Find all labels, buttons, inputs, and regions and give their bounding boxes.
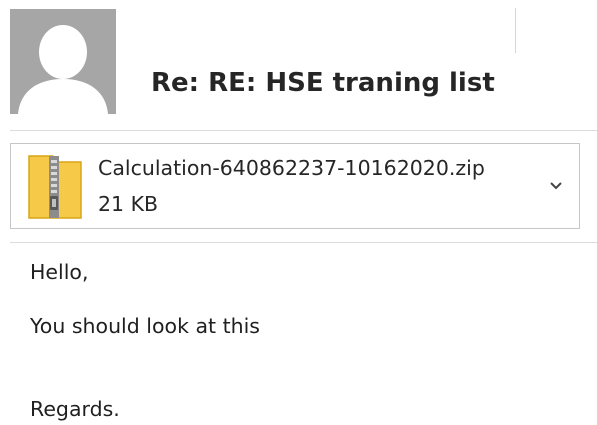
email-reading-pane: { "header": { "subject": "Re: RE: HSE tr… [0,0,597,425]
header-separator [10,130,597,131]
body-greeting: Hello, [30,260,89,284]
body-signoff: Regards. [30,397,120,421]
attachment-size: 21 KB [98,192,159,216]
header-divider [515,8,516,53]
attachment-separator [10,242,597,243]
body-message: You should look at this [30,314,260,338]
sender-avatar [10,9,116,114]
attachment-card[interactable]: Calculation-640862237-10162020.zip 21 KB [10,143,580,229]
zip-folder-icon [28,155,82,219]
person-silhouette-icon [10,9,116,114]
chevron-down-icon[interactable] [543,172,569,198]
email-subject: Re: RE: HSE traning list [151,68,495,98]
attachment-filename: Calculation-640862237-10162020.zip [98,156,485,180]
